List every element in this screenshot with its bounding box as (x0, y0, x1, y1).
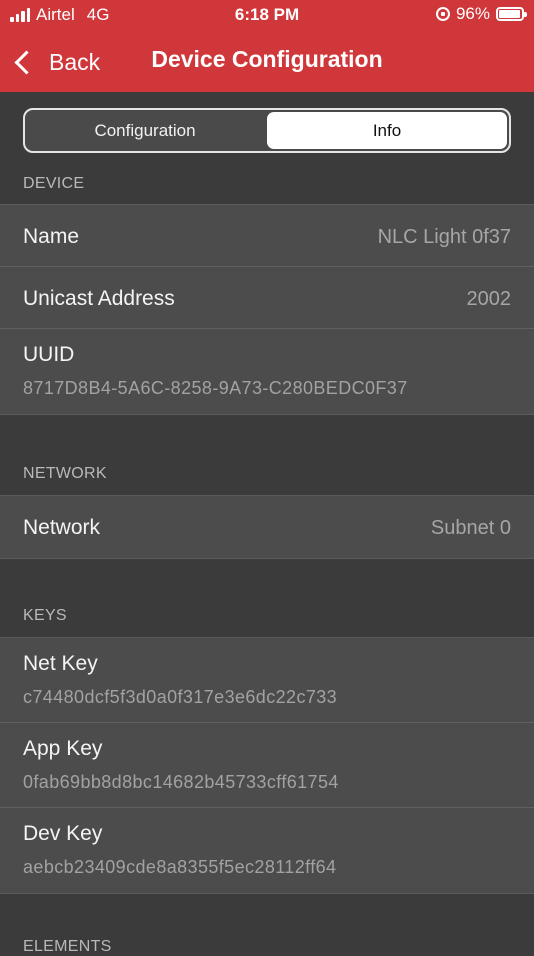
section-header-keys: KEYS (23, 607, 67, 624)
tab-configuration[interactable]: Configuration (25, 110, 265, 151)
row-dev-key[interactable]: Dev Key aebcb23409cde8a8355f5ec28112ff64 (0, 808, 534, 893)
device-table: Name NLC Light 0f37 Unicast Address 2002… (0, 204, 534, 415)
segmented-control: Configuration Info (23, 108, 511, 153)
app-header: Airtel 4G 6:18 PM 96% Back Device Config… (0, 0, 534, 92)
network-table: Network Subnet 0 (0, 495, 534, 559)
row-subtitle: aebcb23409cde8a8355f5ec28112ff64 (23, 857, 337, 877)
tab-info[interactable]: Info (267, 112, 507, 149)
row-label: App Key (23, 737, 103, 760)
row-subtitle: c74480dcf5f3d0a0f317e3e6dc22c733 (23, 687, 338, 707)
section-header-network: NETWORK (23, 465, 107, 482)
row-uuid[interactable]: UUID 8717D8B4-5A6C-8258-9A73-C280BEDC0F3… (0, 329, 534, 414)
battery-percent: 96% (455, 4, 490, 23)
rotation-lock-icon (435, 7, 450, 21)
row-app-key[interactable]: App Key 0fab69bb8d8bc14682b45733cff61754 (0, 723, 534, 808)
row-network[interactable]: Network Subnet 0 (0, 496, 534, 558)
row-value: 2002 (466, 288, 512, 310)
row-subtitle: 8717D8B4-5A6C-8258-9A73-C280BEDC0F37 (23, 378, 408, 398)
row-label: UUID (23, 343, 75, 366)
row-value: NLC Light 0f37 (377, 226, 511, 248)
row-label: Name (23, 225, 80, 248)
keys-table: Net Key c74480dcf5f3d0a0f317e3e6dc22c733… (0, 637, 534, 894)
row-value: Subnet 0 (430, 517, 511, 539)
page-title: Device Configuration (151, 46, 383, 72)
row-subtitle: 0fab69bb8d8bc14682b45733cff61754 (23, 772, 339, 792)
row-unicast-address[interactable]: Unicast Address 2002 (0, 267, 534, 329)
row-name[interactable]: Name NLC Light 0f37 (0, 205, 534, 267)
row-label: Unicast Address (23, 287, 175, 310)
battery-fill (499, 10, 521, 18)
row-label: Net Key (23, 652, 98, 675)
section-header-device: DEVICE (23, 175, 85, 192)
battery-icon (496, 7, 527, 21)
section-header-elements: ELEMENTS (23, 938, 112, 955)
row-label: Network (23, 516, 101, 539)
row-net-key[interactable]: Net Key c74480dcf5f3d0a0f317e3e6dc22c733 (0, 638, 534, 723)
navigation-bar: Back Device Configuration (0, 32, 534, 92)
status-bar: Airtel 4G 6:18 PM 96% (0, 0, 534, 32)
status-right: 96% (435, 4, 527, 24)
row-label: Dev Key (23, 822, 103, 845)
